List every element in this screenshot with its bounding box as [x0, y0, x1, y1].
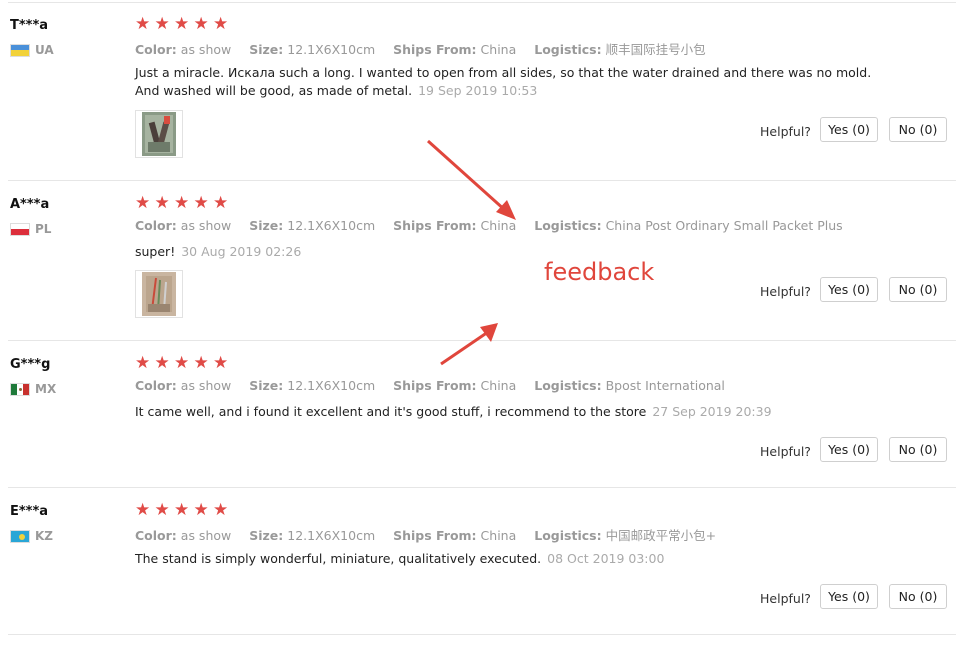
annotation-arrows: [426, 139, 516, 366]
feedback-annotation: feedback: [544, 258, 655, 286]
arrow-line-up: [426, 139, 508, 213]
arrow-line-down: [440, 330, 489, 366]
arrow-head-icon: [480, 323, 498, 342]
